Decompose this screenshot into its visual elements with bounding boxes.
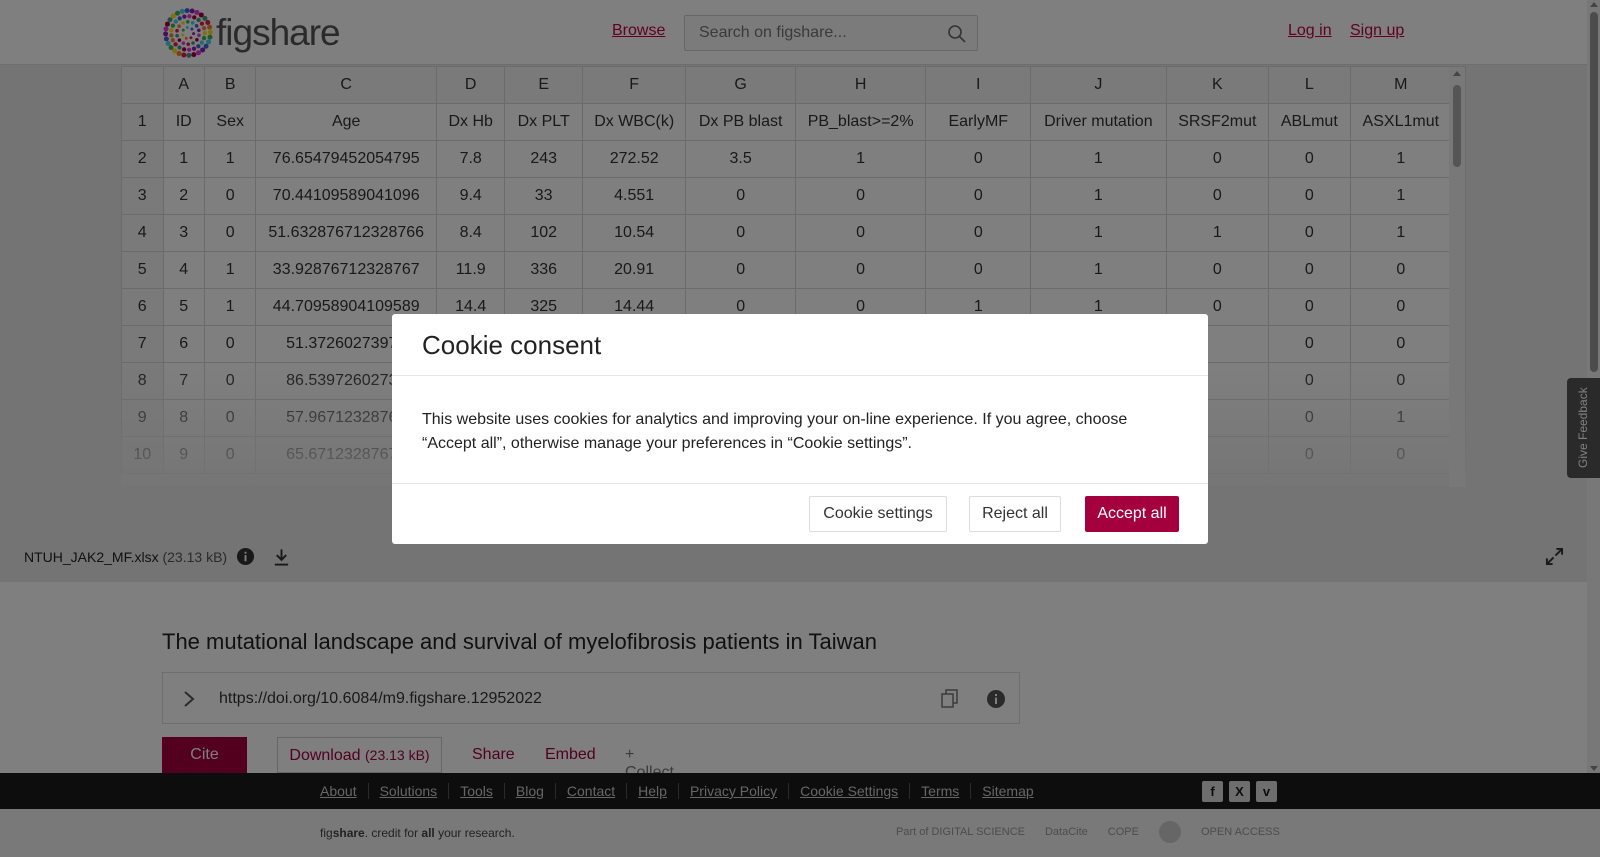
accept-all-button[interactable]: Accept all [1085,496,1179,532]
reject-all-button[interactable]: Reject all [969,496,1061,532]
cookie-dialog-body: This website uses cookies for analytics … [392,376,1208,484]
cookie-dialog-header: Cookie consent [392,314,1208,376]
cookie-settings-button[interactable]: Cookie settings [809,496,947,532]
cookie-dialog-title: Cookie consent [422,330,602,360]
cookie-consent-dialog: Cookie consent This website uses cookies… [392,314,1208,544]
cookie-dialog-footer: Cookie settings Reject all Accept all [392,484,1208,544]
